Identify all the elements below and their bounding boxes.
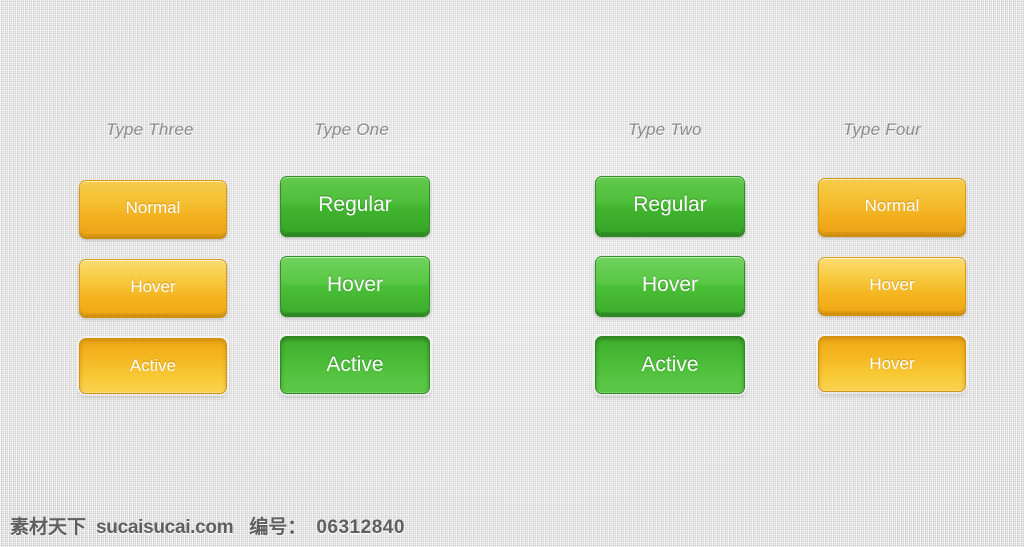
- column-label-type-four: Type Four: [843, 120, 922, 139]
- button-type-one-active[interactable]: Active: [280, 336, 430, 394]
- button-type-two-regular[interactable]: Regular: [595, 176, 745, 234]
- button-style-showcase: Type Three Type One Type Two Type Four N…: [0, 0, 1024, 547]
- button-column-type-two: Regular Hover Active: [595, 176, 745, 394]
- button-type-three-normal[interactable]: Normal: [79, 180, 227, 236]
- watermark-id-number: 06312840: [316, 517, 405, 538]
- column-label-type-one: Type One: [314, 120, 389, 139]
- button-type-one-regular[interactable]: Regular: [280, 176, 430, 234]
- button-type-three-hover[interactable]: Hover: [79, 259, 227, 315]
- button-type-four-normal[interactable]: Normal: [818, 178, 966, 234]
- button-type-three-active[interactable]: Active: [79, 338, 227, 394]
- button-type-two-active[interactable]: Active: [595, 336, 745, 394]
- button-type-four-active[interactable]: Hover: [818, 336, 966, 392]
- watermark-footer: 素材天下 sucaisucai.com 编号： 06312840: [10, 512, 405, 539]
- button-type-one-hover[interactable]: Hover: [280, 256, 430, 314]
- watermark-site-url: sucaisucai.com: [96, 517, 234, 538]
- button-column-type-one: Regular Hover Active: [280, 176, 430, 394]
- button-type-four-hover[interactable]: Hover: [818, 257, 966, 313]
- watermark-id-label: 编号：: [249, 517, 307, 538]
- watermark-brand: 素材天下: [10, 517, 87, 538]
- column-label-type-two: Type Two: [628, 120, 702, 139]
- button-column-type-three: Normal Hover Active: [79, 180, 227, 394]
- button-type-two-hover[interactable]: Hover: [595, 256, 745, 314]
- column-label-type-three: Type Three: [106, 120, 194, 139]
- button-column-type-four: Normal Hover Hover: [818, 178, 966, 392]
